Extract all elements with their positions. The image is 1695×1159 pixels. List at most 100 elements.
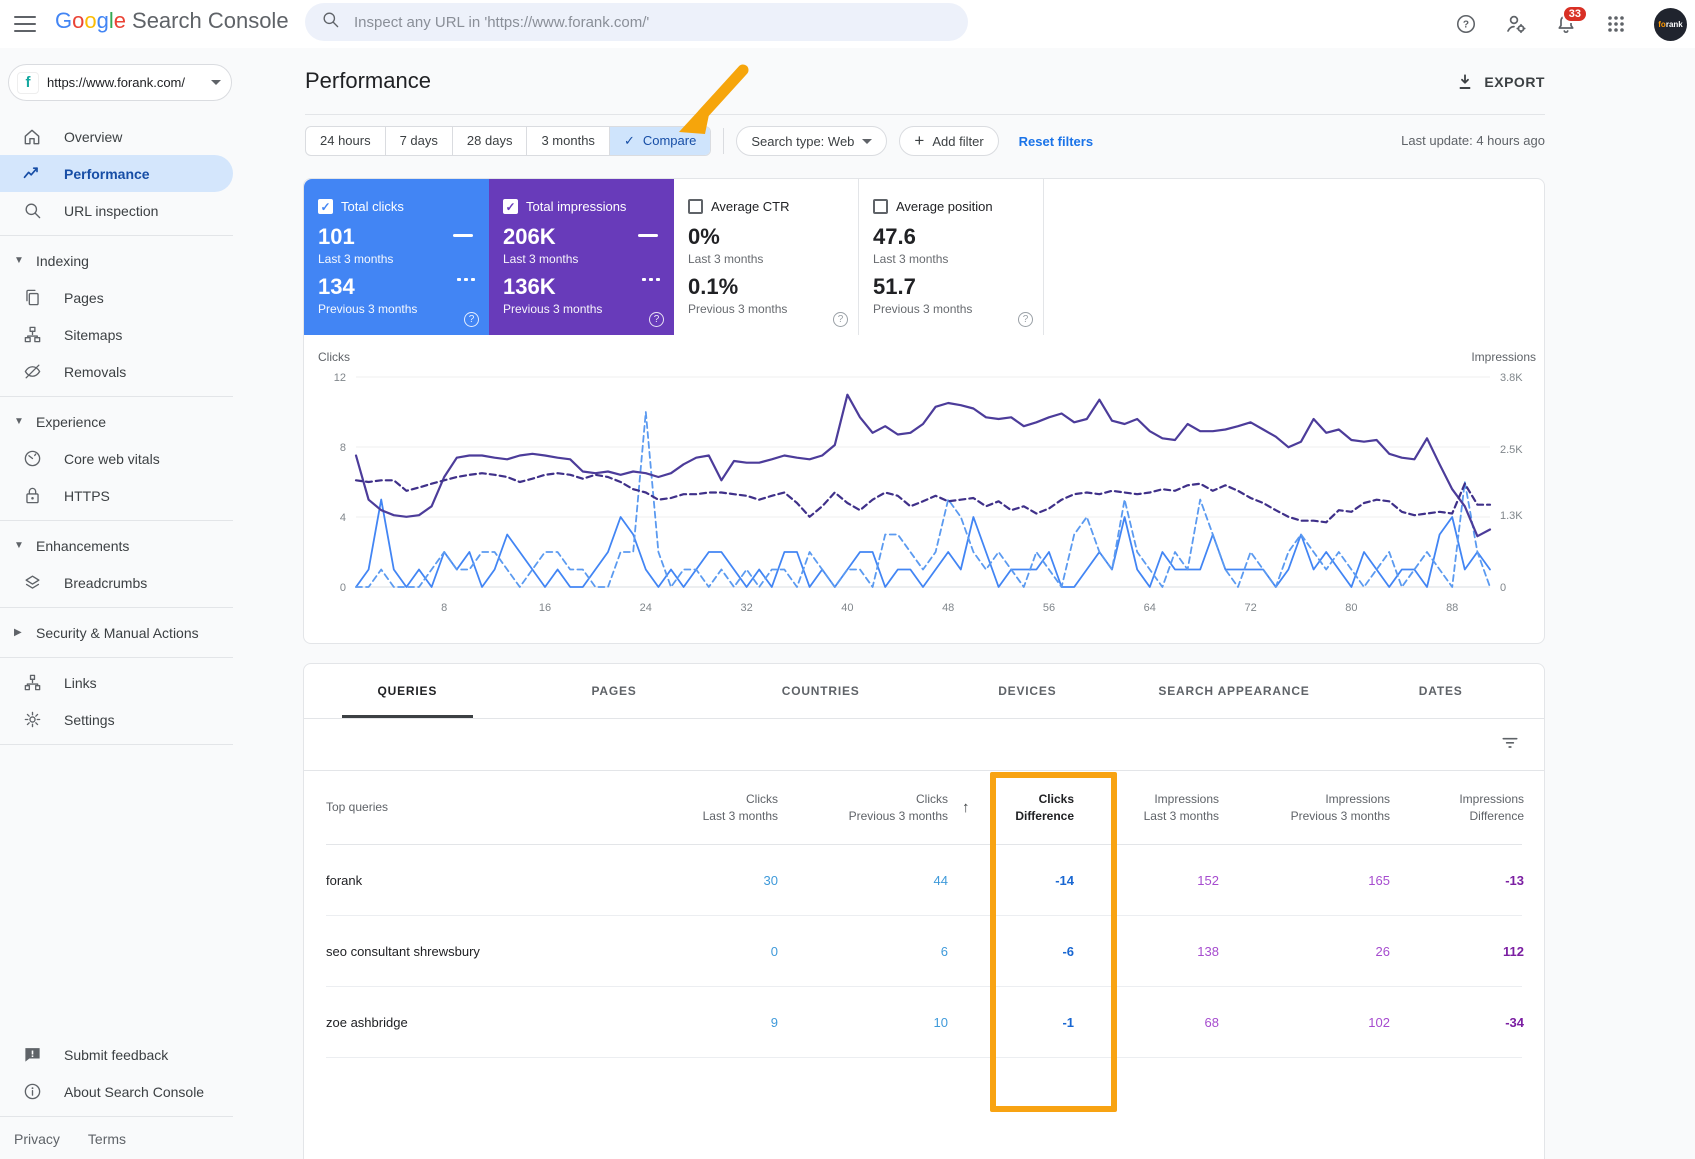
svg-text:?: ?: [1463, 20, 1469, 31]
topbar-actions: ? 33 forank: [1454, 0, 1687, 48]
sidebar-item-links[interactable]: Links: [0, 664, 233, 701]
about-search-console-button[interactable]: About Search Console: [0, 1073, 233, 1110]
help-icon[interactable]: ?: [1018, 312, 1033, 327]
notification-badge: 33: [1562, 5, 1588, 23]
sidebar-item-settings[interactable]: Settings: [0, 701, 233, 738]
table-row[interactable]: zoe ashbridge910-168102-34: [326, 987, 1522, 1058]
reset-filters-link[interactable]: Reset filters: [1019, 134, 1093, 149]
sidebar-item-breadcrumbs[interactable]: Breadcrumbs: [0, 564, 233, 601]
user-settings-icon[interactable]: [1504, 12, 1528, 36]
date-range-24-hours[interactable]: 24 hours: [306, 127, 386, 155]
sidebar-item-removals[interactable]: Removals: [0, 353, 233, 390]
clicks-prev-cell: 10: [778, 1015, 948, 1030]
compare-toggle[interactable]: ✓Compare: [610, 127, 710, 155]
property-selector[interactable]: f https://www.forank.com/: [8, 64, 232, 101]
hamburger-menu-icon[interactable]: [12, 11, 38, 33]
column-impressions-prev[interactable]: ImpressionsPrevious 3 months: [1219, 791, 1390, 825]
sidebar-item-pages[interactable]: Pages: [0, 279, 233, 316]
ctr-prev-value: 0.1%: [688, 274, 844, 300]
total-impressions-tile[interactable]: ✓ Total impressions 206K Last 3 months 1…: [489, 179, 674, 335]
average-position-tile[interactable]: Average position 47.6 Last 3 months 51.7…: [859, 179, 1044, 335]
terms-link[interactable]: Terms: [88, 1131, 126, 1147]
search-type-dropdown[interactable]: Search type: Web: [736, 126, 887, 156]
help-icon[interactable]: ?: [1454, 12, 1478, 36]
privacy-link[interactable]: Privacy: [14, 1131, 60, 1147]
eye-off-icon: [22, 362, 42, 382]
sidebar-section-indexing[interactable]: ▼ Indexing: [0, 242, 233, 279]
sidebar-item-performance[interactable]: Performance: [0, 155, 233, 192]
help-icon[interactable]: ?: [833, 312, 848, 327]
check-icon: ✓: [624, 133, 635, 148]
column-clicks-difference[interactable]: ↑ClicksDifference: [948, 791, 1074, 825]
svg-text:4: 4: [340, 512, 346, 524]
sidebar-item-sitemaps[interactable]: Sitemaps: [0, 316, 233, 353]
sidebar-item-url-inspection[interactable]: URL inspection: [0, 192, 233, 229]
chevron-down-icon: [211, 80, 221, 85]
checkbox-checked-icon[interactable]: ✓: [318, 199, 333, 214]
site-favicon: f: [17, 72, 39, 94]
add-filter-button[interactable]: + Add filter: [899, 126, 998, 156]
checkbox-unchecked-icon[interactable]: [873, 199, 888, 214]
column-impressions-difference[interactable]: ImpressionsDifference: [1390, 791, 1524, 825]
query-cell[interactable]: seo consultant shrewsbury: [326, 944, 626, 959]
impressions-prev-cell: 26: [1219, 944, 1390, 959]
svg-text:80: 80: [1345, 602, 1357, 614]
impressions-prev-cell: 102: [1219, 1015, 1390, 1030]
gauge-icon: [22, 449, 42, 469]
impressions-diff-cell: -13: [1390, 873, 1524, 888]
divider: [0, 607, 233, 608]
series-impressions-last-3-months: [356, 395, 1490, 537]
table-row[interactable]: forank3044-14152165-13: [326, 845, 1522, 916]
notifications-bell-icon[interactable]: 33: [1554, 12, 1578, 36]
table-row[interactable]: seo consultant shrewsbury06-613826112: [326, 916, 1522, 987]
checkbox-checked-icon[interactable]: ✓: [503, 199, 518, 214]
dotted-line-marker: [642, 278, 660, 281]
account-avatar[interactable]: forank: [1654, 8, 1687, 41]
svg-text:0: 0: [1500, 582, 1506, 594]
column-impressions-last[interactable]: ImpressionsLast 3 months: [1074, 791, 1219, 825]
tab-queries[interactable]: QUERIES: [304, 664, 511, 718]
tab-devices[interactable]: DEVICES: [924, 664, 1131, 718]
filter-bar: 24 hours 7 days 28 days 3 months ✓Compar…: [305, 126, 1093, 156]
column-top-queries[interactable]: Top queries: [326, 799, 626, 816]
app-logo[interactable]: GoogleSearch Console: [55, 8, 289, 34]
date-range-3-months[interactable]: 3 months: [527, 127, 609, 155]
tab-countries[interactable]: COUNTRIES: [717, 664, 924, 718]
sidebar-section-security[interactable]: ▶ Security & Manual Actions: [0, 614, 233, 651]
export-button[interactable]: EXPORT: [1456, 73, 1545, 91]
chevron-down-icon: [862, 139, 872, 144]
url-inspect-searchbox[interactable]: Inspect any URL in 'https://www.forank.c…: [305, 3, 968, 41]
apps-grid-icon[interactable]: [1604, 12, 1628, 36]
sidebar-nav: Overview Performance URL inspection ▼ In…: [0, 118, 233, 751]
help-icon[interactable]: ?: [464, 312, 479, 327]
filter-icon[interactable]: [1500, 732, 1520, 757]
metric-tiles: ✓ Total clicks 101 Last 3 months 134 Pre…: [304, 179, 1044, 335]
help-icon[interactable]: ?: [649, 312, 664, 327]
tab-dates[interactable]: DATES: [1337, 664, 1544, 718]
layers-icon: [22, 573, 42, 593]
submit-feedback-button[interactable]: Submit feedback: [0, 1036, 233, 1073]
checkbox-unchecked-icon[interactable]: [688, 199, 703, 214]
clicks-prev-cell: 44: [778, 873, 948, 888]
sidebar-item-overview[interactable]: Overview: [0, 118, 233, 155]
query-cell[interactable]: forank: [326, 873, 626, 888]
date-range-28-days[interactable]: 28 days: [453, 127, 528, 155]
date-range-7-days[interactable]: 7 days: [386, 127, 453, 155]
sidebar-section-enhancements[interactable]: ▼ Enhancements: [0, 527, 233, 564]
sidebar-item-core-web-vitals[interactable]: Core web vitals: [0, 440, 233, 477]
query-cell[interactable]: zoe ashbridge: [326, 1015, 626, 1030]
column-clicks-last[interactable]: ClicksLast 3 months: [626, 791, 778, 825]
tab-search-appearance[interactable]: SEARCH APPEARANCE: [1131, 664, 1338, 718]
chevron-collapsed-icon: ▶: [14, 627, 24, 638]
chevron-expanded-icon: ▼: [14, 540, 24, 551]
divider: [305, 114, 1545, 115]
total-clicks-tile[interactable]: ✓ Total clicks 101 Last 3 months 134 Pre…: [304, 179, 489, 335]
average-ctr-tile[interactable]: Average CTR 0% Last 3 months 0.1% Previo…: [674, 179, 859, 335]
tab-pages[interactable]: PAGES: [511, 664, 718, 718]
series-clicks-last-3-months: [356, 500, 1490, 588]
performance-line-chart[interactable]: 0041.3K82.5K123.8KClicksImpressions81624…: [304, 345, 1544, 645]
sidebar-item-https[interactable]: HTTPS: [0, 477, 233, 514]
column-clicks-prev[interactable]: ClicksPrevious 3 months: [778, 791, 948, 825]
svg-text:2.5K: 2.5K: [1500, 444, 1523, 456]
sidebar-section-experience[interactable]: ▼ Experience: [0, 403, 233, 440]
